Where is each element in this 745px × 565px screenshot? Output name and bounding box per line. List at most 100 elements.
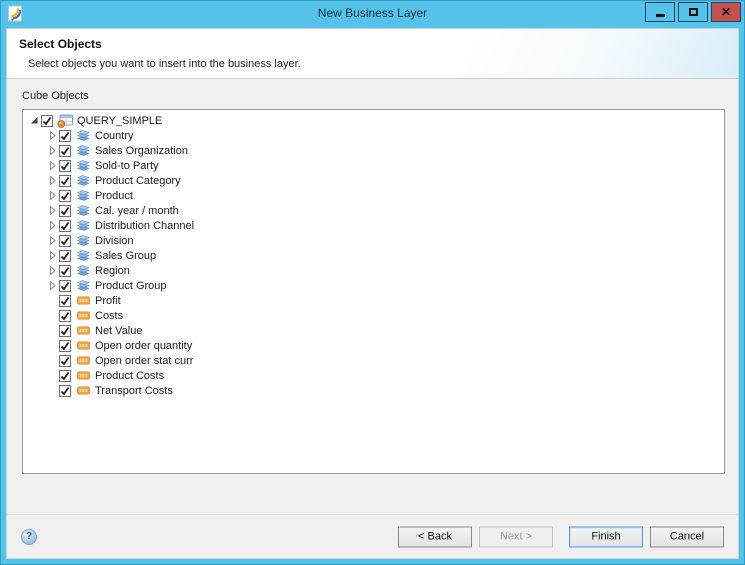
window-controls: ✕: [642, 2, 741, 22]
close-button[interactable]: ✕: [711, 2, 741, 22]
checkbox[interactable]: [59, 219, 71, 232]
tree-item-cal-year-month[interactable]: Cal. year / month: [23, 203, 724, 218]
tree-item-product-costs[interactable]: Product Costs: [23, 368, 724, 383]
cube-objects-label: Cube Objects: [22, 90, 89, 102]
tree-item-product[interactable]: Product: [23, 188, 724, 203]
tree-item-label: Sales Organization: [95, 144, 188, 157]
tree-item-label: Sold-to Party: [95, 159, 159, 172]
maximize-button[interactable]: [678, 2, 708, 22]
checkbox[interactable]: [59, 159, 71, 172]
checkbox[interactable]: [59, 234, 71, 247]
tree-item-label: Product Group: [95, 279, 167, 292]
tree-item-label: Profit: [95, 294, 121, 307]
checkbox[interactable]: [59, 264, 71, 277]
collapse-arrow-icon[interactable]: [28, 115, 40, 126]
tree-item-country[interactable]: Country: [23, 128, 724, 143]
expand-arrow-icon[interactable]: [46, 280, 58, 291]
measure-icon: [75, 384, 91, 397]
dimension-icon: [75, 189, 91, 202]
checkbox[interactable]: [59, 129, 71, 142]
tree-item-label: Open order quantity: [95, 339, 193, 352]
cancel-button[interactable]: Cancel: [650, 526, 724, 547]
checkbox[interactable]: [59, 339, 71, 352]
tree-item-product-group[interactable]: Product Group: [23, 278, 724, 293]
expand-arrow-icon[interactable]: [46, 265, 58, 276]
page-subtitle: Select objects you want to insert into t…: [28, 58, 301, 70]
tree-item-query-simple[interactable]: QUERY_SIMPLE: [23, 113, 724, 128]
back-button[interactable]: < Back: [398, 526, 472, 547]
measure-icon: [75, 339, 91, 352]
tree-item-division[interactable]: Division: [23, 233, 724, 248]
minimize-icon: [655, 13, 665, 17]
expand-arrow-icon[interactable]: [46, 130, 58, 141]
checkbox[interactable]: [59, 189, 71, 202]
button-bar: ? < Back Next > Finish Cancel: [7, 514, 738, 558]
dimension-icon: [75, 144, 91, 157]
measure-icon: [75, 309, 91, 322]
title-bar: New Business Layer ✕: [1, 1, 744, 28]
dialog-body: Select Objects Select objects you want t…: [6, 28, 739, 559]
expand-arrow-icon[interactable]: [46, 250, 58, 261]
checkbox[interactable]: [59, 174, 71, 187]
expand-arrow-icon[interactable]: [46, 160, 58, 171]
expand-arrow-icon[interactable]: [46, 145, 58, 156]
tree-item-sales-group[interactable]: Sales Group: [23, 248, 724, 263]
dimension-icon: [75, 249, 91, 262]
expand-arrow-icon[interactable]: [46, 235, 58, 246]
checkbox[interactable]: [59, 309, 71, 322]
checkbox[interactable]: [59, 354, 71, 367]
tree-item-distribution-channel[interactable]: Distribution Channel: [23, 218, 724, 233]
dimension-icon: [75, 204, 91, 217]
tree-item-net-value[interactable]: Net Value: [23, 323, 724, 338]
tree-item-label: Net Value: [95, 324, 143, 337]
wizard-buttons: < Back Next > Finish Cancel: [391, 526, 724, 547]
tree-item-open-order-quantity[interactable]: Open order quantity: [23, 338, 724, 353]
tree-item-sold-to-party[interactable]: Sold-to Party: [23, 158, 724, 173]
expand-arrow-icon[interactable]: [46, 175, 58, 186]
tree-item-region[interactable]: Region: [23, 263, 724, 278]
tree-item-transport-costs[interactable]: Transport Costs: [23, 383, 724, 398]
minimize-button[interactable]: [645, 2, 675, 22]
checkbox[interactable]: [59, 324, 71, 337]
checkbox[interactable]: [59, 144, 71, 157]
maximize-icon: [688, 8, 698, 16]
help-button[interactable]: ?: [21, 528, 37, 545]
checkbox[interactable]: [59, 369, 71, 382]
checkbox[interactable]: [59, 294, 71, 307]
tree-item-label: Cal. year / month: [95, 204, 179, 217]
tree-item-profit[interactable]: Profit: [23, 293, 724, 308]
object-tree[interactable]: QUERY_SIMPLE Country Sales Organization Sol…: [22, 109, 725, 474]
tree-item-costs[interactable]: Costs: [23, 308, 724, 323]
window-title: New Business Layer: [317, 6, 428, 20]
expand-arrow-icon[interactable]: [46, 205, 58, 216]
tree-item-product-category[interactable]: Product Category: [23, 173, 724, 188]
tree-item-sales-organization[interactable]: Sales Organization: [23, 143, 724, 158]
tree-item-label: Sales Group: [95, 249, 157, 262]
tree-item-open-order-stat-curr[interactable]: Open order stat curr: [23, 353, 724, 368]
checkbox[interactable]: [59, 204, 71, 217]
dimension-icon: [75, 129, 91, 142]
measure-icon: [75, 354, 91, 367]
dimension-icon: [75, 264, 91, 277]
finish-button[interactable]: Finish: [569, 526, 643, 547]
next-button[interactable]: Next >: [479, 526, 553, 547]
dimension-icon: [75, 234, 91, 247]
tree-item-label: Product: [95, 189, 133, 202]
dimension-icon: [75, 279, 91, 292]
help-icon: ?: [25, 531, 33, 542]
dimension-icon: [75, 159, 91, 172]
query-icon: [57, 114, 73, 128]
checkbox[interactable]: [59, 279, 71, 292]
tree-item-label: Division: [95, 234, 134, 247]
checkbox[interactable]: [59, 384, 71, 397]
tree-item-label: Product Category: [95, 174, 181, 187]
expand-arrow-icon[interactable]: [46, 220, 58, 231]
checkbox[interactable]: [41, 114, 53, 127]
expand-arrow-icon[interactable]: [46, 190, 58, 201]
checkbox[interactable]: [59, 249, 71, 262]
